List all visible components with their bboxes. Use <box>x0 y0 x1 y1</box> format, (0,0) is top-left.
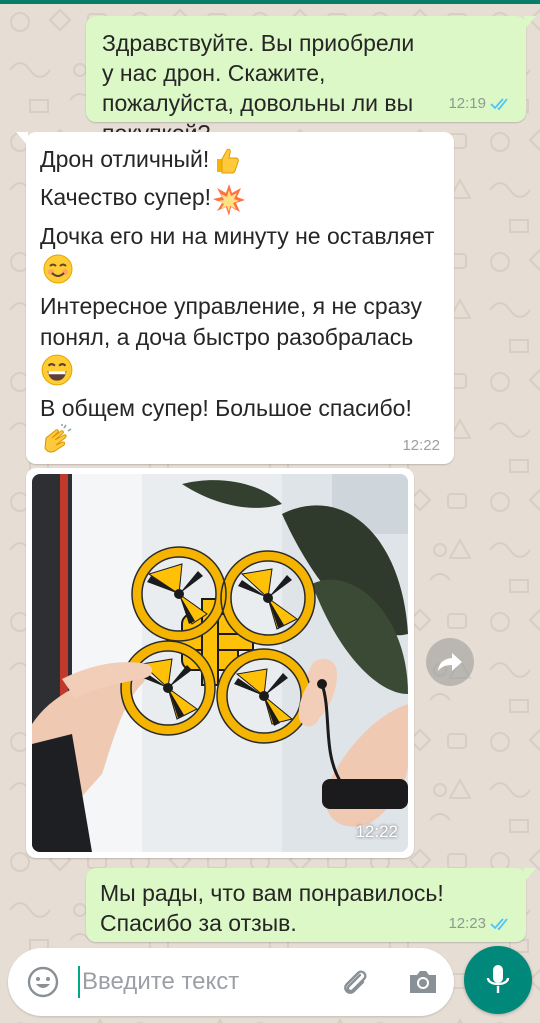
message-photo[interactable]: 12:22 <box>26 468 414 858</box>
top-accent-line <box>0 0 540 4</box>
bubble-tail <box>16 132 28 146</box>
text-caret <box>78 966 80 998</box>
camera-icon[interactable] <box>406 966 440 998</box>
thumbs-up-icon <box>217 148 240 174</box>
message-input[interactable] <box>82 964 332 1000</box>
message-text: Здравствуйте. Вы приобрели у нас дрон. С… <box>102 30 415 146</box>
message-time: 12:22 <box>402 437 440 454</box>
message-line: Дрон отличный! <box>40 144 440 176</box>
message-meta: 12:22 <box>402 437 440 454</box>
drone-photo-image <box>32 474 408 852</box>
clapping-hands-icon <box>44 423 72 453</box>
collision-icon <box>213 183 246 215</box>
drone-photo[interactable]: 12:22 <box>32 474 408 852</box>
message-meta: 12:19 <box>448 95 512 112</box>
line-text: Интересное управление, я не сразу понял,… <box>40 292 422 350</box>
message-time: 12:23 <box>448 915 486 932</box>
emoji-icon[interactable] <box>26 965 60 999</box>
photo-time: 12:22 <box>355 822 398 841</box>
message-time: 12:19 <box>448 95 486 112</box>
mic-button[interactable] <box>464 946 532 1014</box>
microphone-icon <box>486 965 510 993</box>
message-outgoing-1[interactable]: Здравствуйте. Вы приобрели у нас дрон. С… <box>86 16 536 146</box>
message-text: Мы рады, что вам понравилось! Спасибо за… <box>100 880 444 936</box>
message-meta: 12:23 <box>448 915 512 932</box>
line-text: Дрон отличный! <box>40 146 210 172</box>
double-check-icon <box>490 917 508 930</box>
grinning-face-icon <box>41 354 73 386</box>
message-input-bar <box>8 948 454 1016</box>
message-line: В общем супер! Большое спасибо! <box>40 393 440 458</box>
message-outgoing-2[interactable]: Мы рады, что вам понравилось! Спасибо за… <box>86 868 536 942</box>
message-line: Дочка его ни на минуту не оставляет <box>40 221 440 285</box>
paperclip-icon[interactable] <box>338 966 372 1000</box>
line-text: Дочка его ни на минуту не оставляет <box>40 222 435 249</box>
line-text: В общем супер! Большое спасибо! <box>40 394 412 421</box>
message-line: Интересное управление, я не сразу понял,… <box>40 291 440 387</box>
message-incoming-1[interactable]: Дрон отличный! Качество супер! Дочка его… <box>16 132 454 464</box>
bubble-tail <box>524 868 536 882</box>
message-line: Качество супер! <box>40 182 440 215</box>
double-check-icon <box>490 97 508 110</box>
smiling-face-icon <box>43 254 73 284</box>
forward-icon <box>438 653 462 671</box>
bubble-tail <box>524 16 536 30</box>
forward-button[interactable] <box>426 638 474 686</box>
line-text: Качество супер! <box>40 183 212 210</box>
